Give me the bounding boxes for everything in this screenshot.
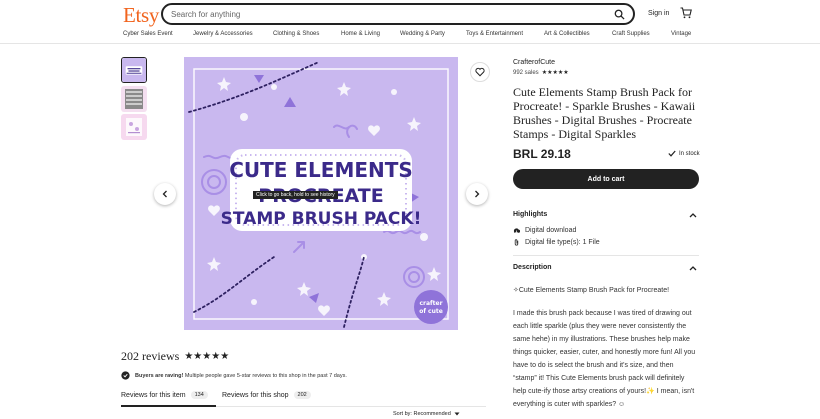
highlights-header[interactable]: Highlights — [513, 211, 547, 218]
cat-craft[interactable]: Craft Supplies — [612, 31, 650, 37]
reviews-count: 202 reviews — [121, 349, 180, 363]
search-icon[interactable] — [614, 9, 625, 20]
download-icon — [513, 228, 520, 234]
thumbnail-3[interactable] — [121, 114, 147, 140]
reviews-heading: 202 reviews ★★★★★ — [121, 349, 229, 364]
chevron-up-icon[interactable] — [689, 265, 697, 271]
tab-reviews-shop[interactable]: Reviews for this shop 202 — [222, 391, 311, 399]
thumbnail-2[interactable] — [121, 86, 147, 112]
badge-icon — [121, 371, 130, 380]
search-input[interactable] — [171, 9, 614, 19]
description-header[interactable]: Description — [513, 264, 552, 271]
cat-home[interactable]: Home & Living — [341, 31, 380, 37]
cat-cyber-sales[interactable]: Cyber Sales Event — [123, 31, 173, 37]
heart-icon — [475, 67, 485, 77]
paperclip-icon — [514, 239, 519, 246]
image-heading-line3: STAMP BRUSH PACK! — [221, 209, 422, 229]
chevron-up-icon[interactable] — [689, 212, 697, 218]
sign-in-link[interactable]: Sign in — [648, 10, 669, 17]
etsy-logo[interactable]: Etsy — [123, 3, 159, 28]
add-to-cart-button[interactable]: Add to cart — [513, 169, 699, 189]
shop-name[interactable]: CrafterofCute — [513, 59, 555, 66]
image-heading-line1: CUTE ELEMENTS — [229, 158, 413, 182]
highlight-digital-download: Digital download — [513, 227, 576, 234]
shop-sales: 992 sales ★★★★★ — [513, 69, 569, 77]
listing-title: Cute Elements Stamp Brush Pack for Procr… — [513, 85, 696, 141]
cat-vintage[interactable]: Vintage — [671, 31, 691, 37]
section-divider — [513, 255, 699, 256]
search-bar[interactable] — [161, 3, 635, 25]
cart-icon[interactable] — [680, 7, 692, 19]
tab-count: 202 — [293, 391, 311, 399]
stock-status: In stock — [668, 150, 700, 157]
raving-text: Multiple people gave 5-star reviews to t… — [184, 372, 347, 379]
next-image-button[interactable] — [466, 183, 488, 205]
tab-reviews-item[interactable]: Reviews for this item 134 — [121, 391, 208, 399]
active-tab-indicator — [121, 405, 216, 407]
chevron-left-icon — [162, 190, 167, 198]
badge-line1: crafter — [419, 300, 442, 307]
listing-price: BRL 29.18 — [513, 147, 571, 161]
checkmark-icon — [668, 150, 676, 157]
stock-label: In stock — [679, 150, 700, 157]
tab-label: Reviews for this shop — [222, 391, 289, 399]
thumbnail-1[interactable] — [121, 57, 147, 83]
highlight-label: Digital file type(s): 1 File — [525, 239, 600, 246]
sales-count: 992 sales — [513, 69, 539, 76]
chevron-right-icon — [475, 190, 480, 198]
reviews-stars: ★★★★★ — [184, 351, 230, 362]
caret-down-icon — [454, 412, 460, 416]
description-body: I made this brush pack because I was tir… — [513, 310, 696, 408]
badge-line2: of cute — [419, 308, 443, 315]
tab-count: 134 — [190, 391, 208, 399]
description-intro: ✧Cute Elements Stamp Brush Pack for Proc… — [513, 287, 670, 294]
sort-label: Sort by: Recommended — [393, 411, 451, 417]
category-nav: Cyber Sales Event Jewelry & Accessories … — [0, 30, 820, 44]
cat-toys[interactable]: Toys & Entertainment — [466, 31, 523, 37]
prev-image-button[interactable] — [154, 183, 176, 205]
sort-dropdown[interactable]: Sort by: Recommended — [393, 411, 460, 417]
cat-wedding[interactable]: Wedding & Party — [400, 31, 445, 37]
highlight-label: Digital download — [525, 227, 577, 234]
shop-rating-stars: ★★★★★ — [541, 70, 569, 76]
cat-jewelry[interactable]: Jewelry & Accessories — [193, 31, 253, 37]
cat-clothing[interactable]: Clothing & Shoes — [273, 31, 319, 37]
favorite-button[interactable] — [470, 62, 490, 82]
tab-label: Reviews for this item — [121, 391, 186, 399]
back-tooltip: Click to go back, hold to see history — [253, 191, 338, 199]
cat-art[interactable]: Art & Collectibles — [544, 31, 590, 37]
buyers-raving: Buyers are raving! Multiple people gave … — [121, 371, 347, 380]
raving-bold: Buyers are raving! — [135, 372, 184, 379]
highlight-file-type: Digital file type(s): 1 File — [513, 239, 600, 246]
